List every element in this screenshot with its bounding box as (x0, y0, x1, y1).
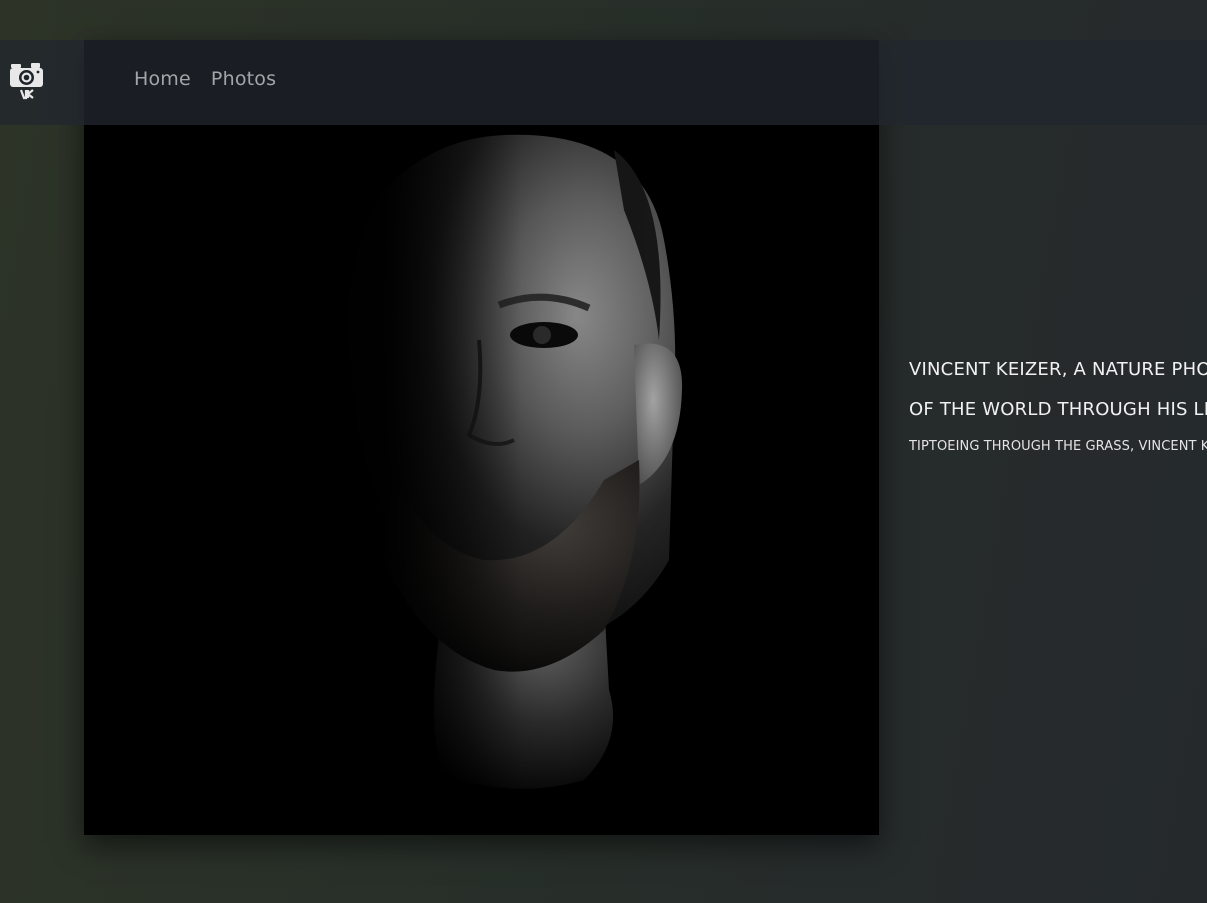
intro-text: VINCENT KEIZER, A NATURE PHOT OF THE WOR… (909, 350, 1207, 454)
camera-logo-svg (10, 63, 43, 100)
intro-headline-line-1: VINCENT KEIZER, A NATURE PHOT (909, 359, 1207, 380)
main-nav: Home Photos (134, 68, 276, 90)
nav-link-home[interactable]: Home (134, 68, 191, 90)
intro-headline-line-2: OF THE WORLD THROUGH HIS LE (909, 399, 1207, 420)
intro-subline: TIPTOEING THROUGH THE GRASS, VINCENT KN (909, 439, 1207, 454)
nav-link-photos[interactable]: Photos (211, 68, 276, 90)
portrait-photo (84, 40, 879, 835)
portrait-illustration (84, 40, 879, 835)
camera-logo-icon[interactable] (9, 60, 45, 102)
top-navbar: Home Photos (0, 40, 1207, 125)
